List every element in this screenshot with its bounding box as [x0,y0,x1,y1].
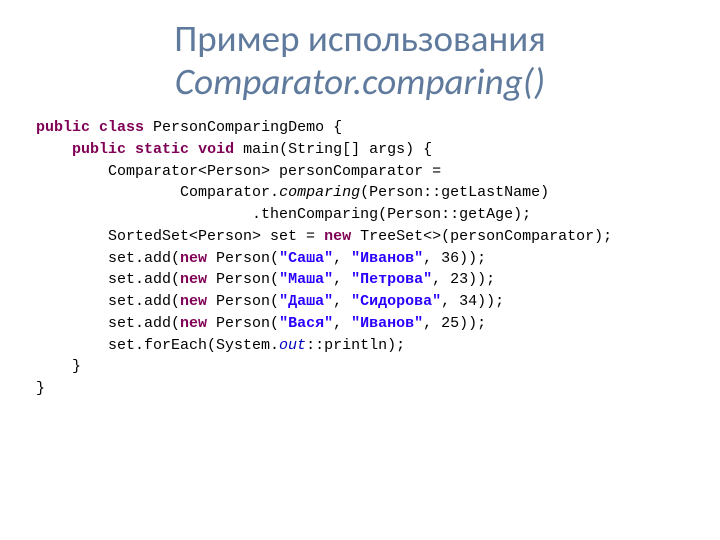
code-block: public class PersonComparingDemo { publi… [36,117,684,400]
keyword-public: public [72,141,126,158]
sortedset-suffix: TreeSet<>(personComparator); [351,228,612,245]
add-prefix: set.add( [108,293,180,310]
then-comparing: .thenComparing(Person::getAge); [252,206,531,223]
string-literal: "Даша" [279,293,333,310]
brace-close: } [72,358,81,375]
keyword-new: new [180,250,207,267]
number-literal: 34 [459,293,477,310]
string-literal: "Маша" [279,271,333,288]
keyword-new: new [324,228,351,245]
keyword-new: new [180,293,207,310]
foreach-suffix: ::println); [306,337,405,354]
person-prefix: Person( [207,271,279,288]
class-name: PersonComparingDemo { [144,119,342,136]
add-close: )); [468,271,495,288]
string-literal: "Сидорова" [351,293,441,310]
add-close: )); [477,293,504,310]
brace-close: } [36,380,45,397]
separator: , [432,271,450,288]
string-literal: "Иванов" [351,250,423,267]
separator: , [423,315,441,332]
keyword-void: void [198,141,234,158]
keyword-class: class [99,119,144,136]
comparing-args: (Person::getLastName) [360,184,549,201]
string-literal: "Саша" [279,250,333,267]
string-literal: "Иванов" [351,315,423,332]
add-close: )); [459,315,486,332]
comparing-prefix: Comparator. [180,184,279,201]
slide-title: Пример использования Comparator.comparin… [36,18,684,103]
number-literal: 25 [441,315,459,332]
main-signature: main(String[] args) { [234,141,432,158]
add-prefix: set.add( [108,271,180,288]
person-prefix: Person( [207,315,279,332]
separator: , [333,271,351,288]
foreach-prefix: set.forEach(System. [108,337,279,354]
separator: , [333,315,351,332]
comparing-method: comparing [279,184,360,201]
keyword-public: public [36,119,90,136]
keyword-static: static [135,141,189,158]
slide: Пример использования Comparator.comparin… [0,0,720,540]
add-close: )); [459,250,486,267]
keyword-new: new [180,271,207,288]
add-prefix: set.add( [108,315,180,332]
comparator-declaration: Comparator<Person> personComparator = [108,163,441,180]
keyword-new: new [180,315,207,332]
separator: , [441,293,459,310]
separator: , [333,250,351,267]
string-literal: "Вася" [279,315,333,332]
title-line-2: Comparator.comparing() [36,61,684,104]
separator: , [333,293,351,310]
number-literal: 23 [450,271,468,288]
title-line-1: Пример использования [36,18,684,61]
add-prefix: set.add( [108,250,180,267]
person-prefix: Person( [207,250,279,267]
number-literal: 36 [441,250,459,267]
separator: , [423,250,441,267]
static-field-out: out [279,337,306,354]
person-prefix: Person( [207,293,279,310]
sortedset-prefix: SortedSet<Person> set = [108,228,324,245]
string-literal: "Петрова" [351,271,432,288]
